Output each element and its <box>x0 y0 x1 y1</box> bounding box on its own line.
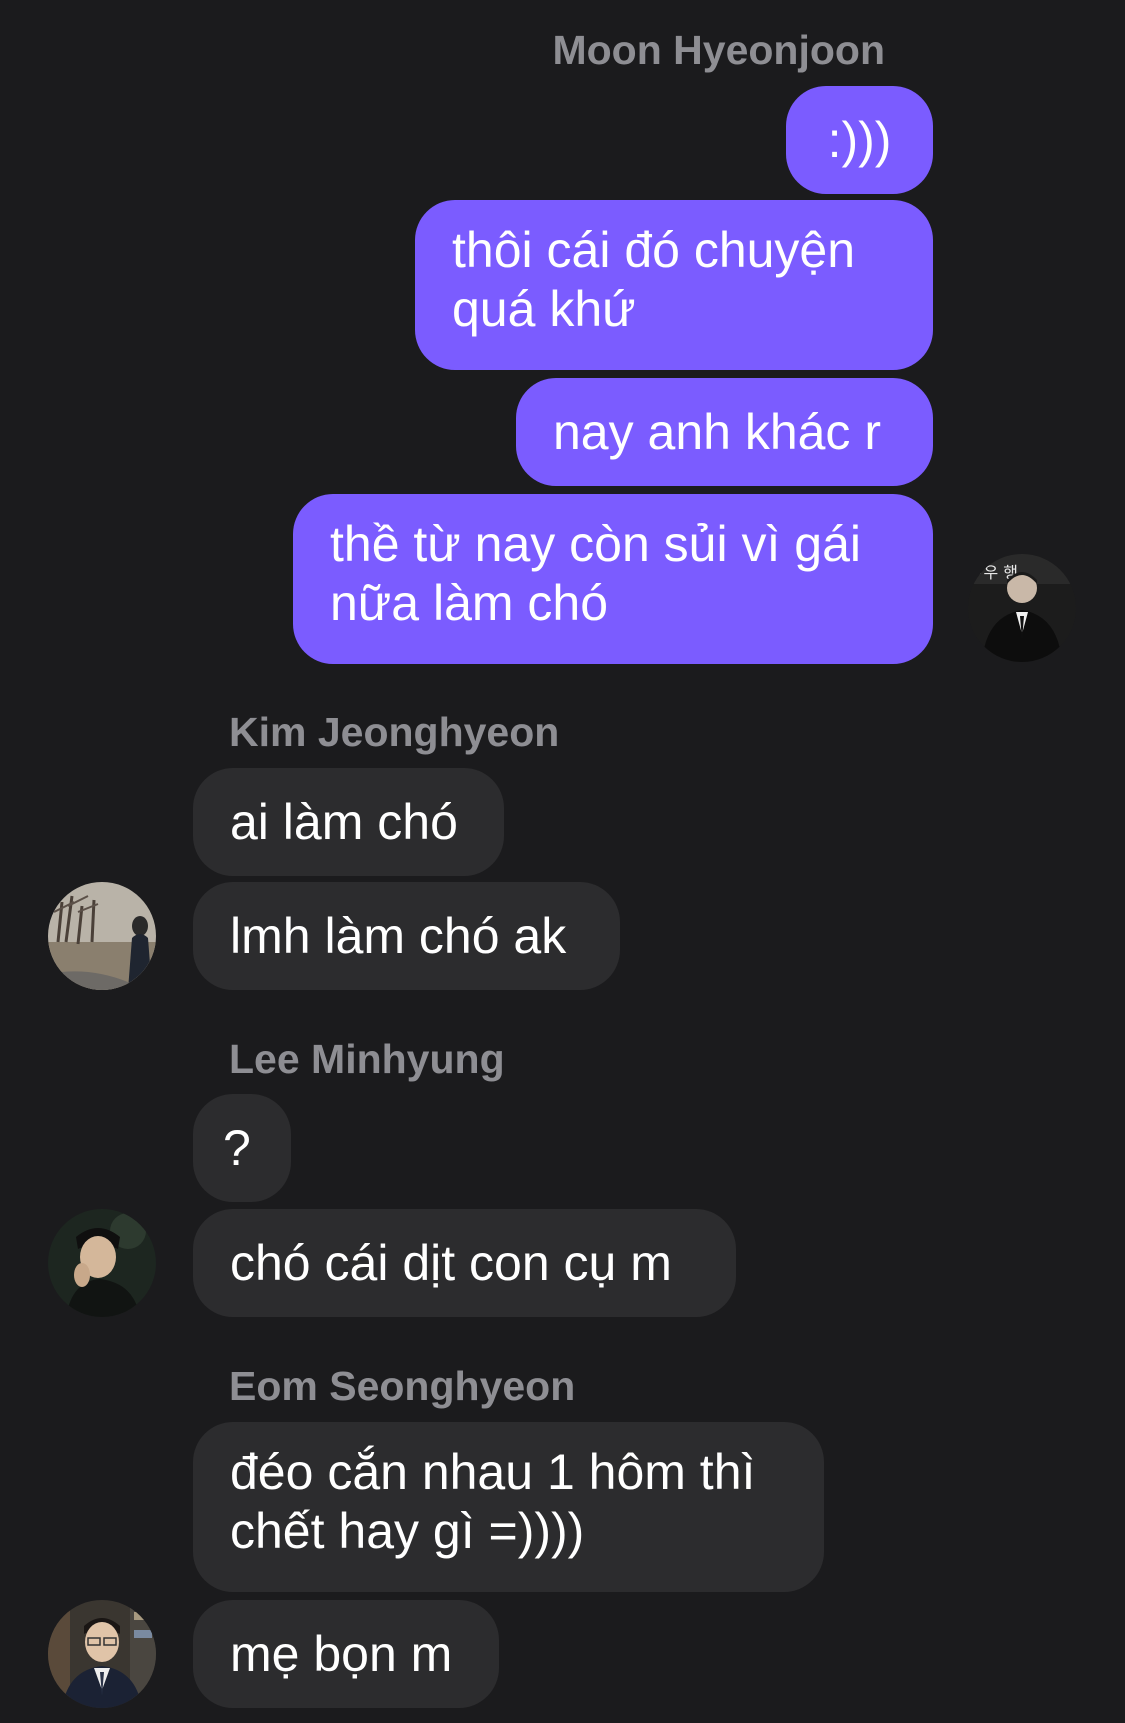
sender-name: Moon Hyeonjoon <box>552 27 885 73</box>
message-bubble[interactable]: lmh làm chó ak <box>193 882 620 990</box>
message-bubble[interactable]: chó cái dịt con cụ m <box>193 1209 736 1317</box>
sender-name: Lee Minhyung <box>229 1036 505 1082</box>
message-bubble[interactable]: ai làm chó <box>193 768 504 876</box>
avatar-kim-jeonghyeon-image <box>48 882 156 990</box>
chat-screen: Moon Hyeonjoon :))) thôi cái đó chuyện q… <box>0 0 1125 1723</box>
avatar[interactable] <box>48 882 156 990</box>
avatar[interactable] <box>48 1600 156 1708</box>
avatar-lee-minhyung-image <box>48 1209 156 1317</box>
avatar[interactable] <box>48 1209 156 1317</box>
avatar-moon-hyeonjoon-image: ◦우 행 <box>968 554 1076 662</box>
message-bubble[interactable]: ? <box>193 1094 291 1202</box>
message-bubble[interactable]: :))) <box>786 86 933 194</box>
message-bubble[interactable]: thề từ nay còn sủi vì gái nữa làm chó <box>293 494 933 664</box>
sender-name: Kim Jeonghyeon <box>229 709 560 755</box>
message-bubble[interactable]: thôi cái đó chuyện quá khứ <box>415 200 933 370</box>
message-bubble[interactable]: mẹ bọn m <box>193 1600 499 1708</box>
sender-name: Eom Seonghyeon <box>229 1363 576 1409</box>
avatar[interactable]: ◦우 행 <box>968 554 1076 662</box>
message-bubble[interactable]: đéo cắn nhau 1 hôm thì chết hay gì =)))) <box>193 1422 824 1592</box>
avatar-eom-seonghyeon-image <box>48 1600 156 1708</box>
message-bubble[interactable]: nay anh khác r <box>516 378 933 486</box>
